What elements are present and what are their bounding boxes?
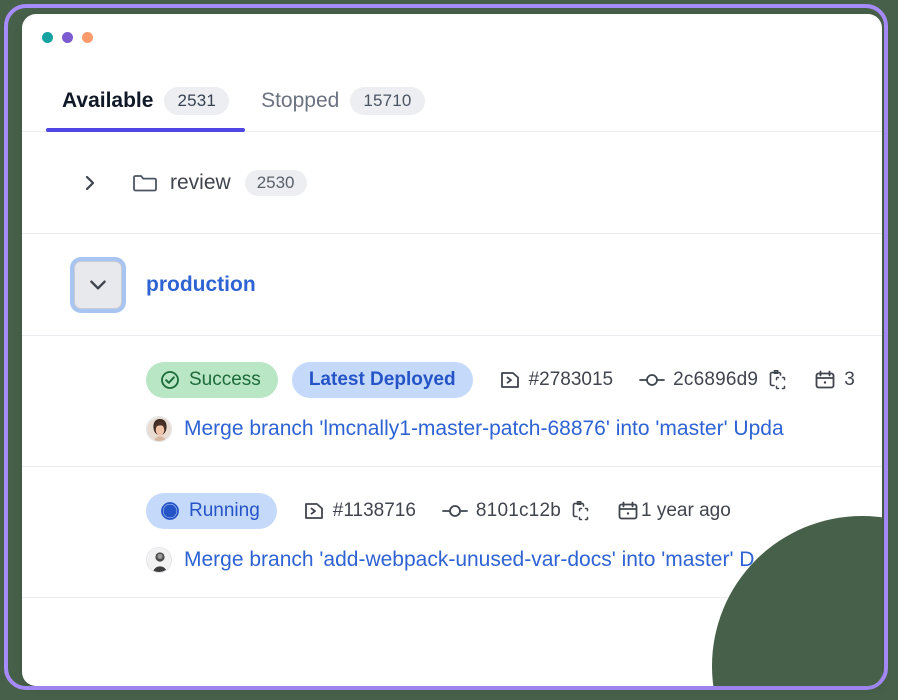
tab-available-count: 2531	[164, 87, 230, 115]
pipeline-info[interactable]: #1138716	[303, 500, 416, 522]
avatar	[146, 416, 172, 442]
pipeline-icon	[499, 370, 521, 390]
commit-sha: 2c6896d9	[673, 369, 759, 390]
deployment-date: 1 year ago	[617, 500, 731, 522]
group-name-review: review	[170, 170, 231, 194]
commit-icon	[442, 503, 468, 519]
deployment-date-label: 3	[844, 369, 855, 390]
commit-title-link[interactable]: Merge branch 'lmcnally1-master-patch-688…	[184, 417, 784, 441]
running-icon	[160, 501, 180, 521]
commit-icon	[639, 372, 666, 388]
pipeline-icon	[303, 501, 325, 521]
tab-available[interactable]: Available 2531	[46, 87, 246, 132]
minimize-dot[interactable]	[62, 31, 73, 43]
chevron-right-icon[interactable]	[74, 167, 106, 199]
commit-title-link[interactable]: Merge branch 'add-webpack-unused-var-doc…	[184, 548, 754, 572]
app-window: Available 2531 Stopped 15710 review 2530	[22, 14, 882, 686]
deployment-date: 3	[814, 369, 855, 391]
deployment-meta: Running #1138716 8101c12b 1 year ago	[46, 493, 858, 529]
commit-sha: 8101c12b	[475, 500, 561, 521]
tab-available-label: Available	[62, 89, 154, 112]
tab-stopped-count: 15710	[350, 87, 425, 115]
tab-stopped[interactable]: Stopped 15710	[245, 87, 441, 131]
status-badge: Success	[146, 362, 278, 398]
check-circle-icon	[160, 370, 180, 390]
deployment-date-label: 1 year ago	[640, 500, 731, 521]
deployment-row: Running #1138716 8101c12b 1 year ago Mer…	[22, 467, 882, 598]
environment-group-review[interactable]: review 2530	[22, 132, 882, 234]
close-dot[interactable]	[42, 31, 53, 43]
deployment-commit-title-row: Merge branch 'add-webpack-unused-var-doc…	[46, 547, 858, 573]
commit-info[interactable]: 2c6896d9	[639, 369, 788, 391]
maximize-dot[interactable]	[82, 31, 93, 43]
environment-group-production[interactable]: production	[22, 234, 882, 336]
tab-stopped-label: Stopped	[261, 89, 340, 112]
deployment-row: Success Latest Deployed #2783015 2c6896d…	[22, 336, 882, 467]
avatar	[146, 547, 172, 573]
copy-icon[interactable]	[768, 369, 788, 391]
status-badge: Running	[146, 493, 277, 529]
calendar-icon	[814, 369, 836, 391]
status-badge-label: Running	[189, 500, 260, 521]
pipeline-id: #2783015	[528, 369, 614, 390]
latest-deployed-badge: Latest Deployed	[291, 362, 473, 398]
group-name-production[interactable]: production	[146, 273, 256, 297]
pipeline-info[interactable]: #2783015	[499, 369, 614, 391]
screenshot-stage: Available 2531 Stopped 15710 review 2530	[0, 0, 898, 700]
commit-info[interactable]: 8101c12b	[442, 500, 591, 522]
chevron-down-icon[interactable]	[74, 260, 122, 309]
environment-tabs: Available 2531 Stopped 15710	[22, 60, 882, 132]
status-badge-label: Success	[189, 369, 261, 390]
copy-icon[interactable]	[571, 500, 591, 522]
deployment-meta: Success Latest Deployed #2783015 2c6896d…	[46, 362, 858, 398]
calendar-icon	[617, 500, 639, 522]
pipeline-id: #1138716	[332, 500, 416, 521]
deployment-commit-title-row: Merge branch 'lmcnally1-master-patch-688…	[46, 416, 858, 442]
group-count-review: 2530	[244, 169, 307, 196]
folder-icon	[132, 172, 158, 194]
window-titlebar	[22, 14, 882, 60]
